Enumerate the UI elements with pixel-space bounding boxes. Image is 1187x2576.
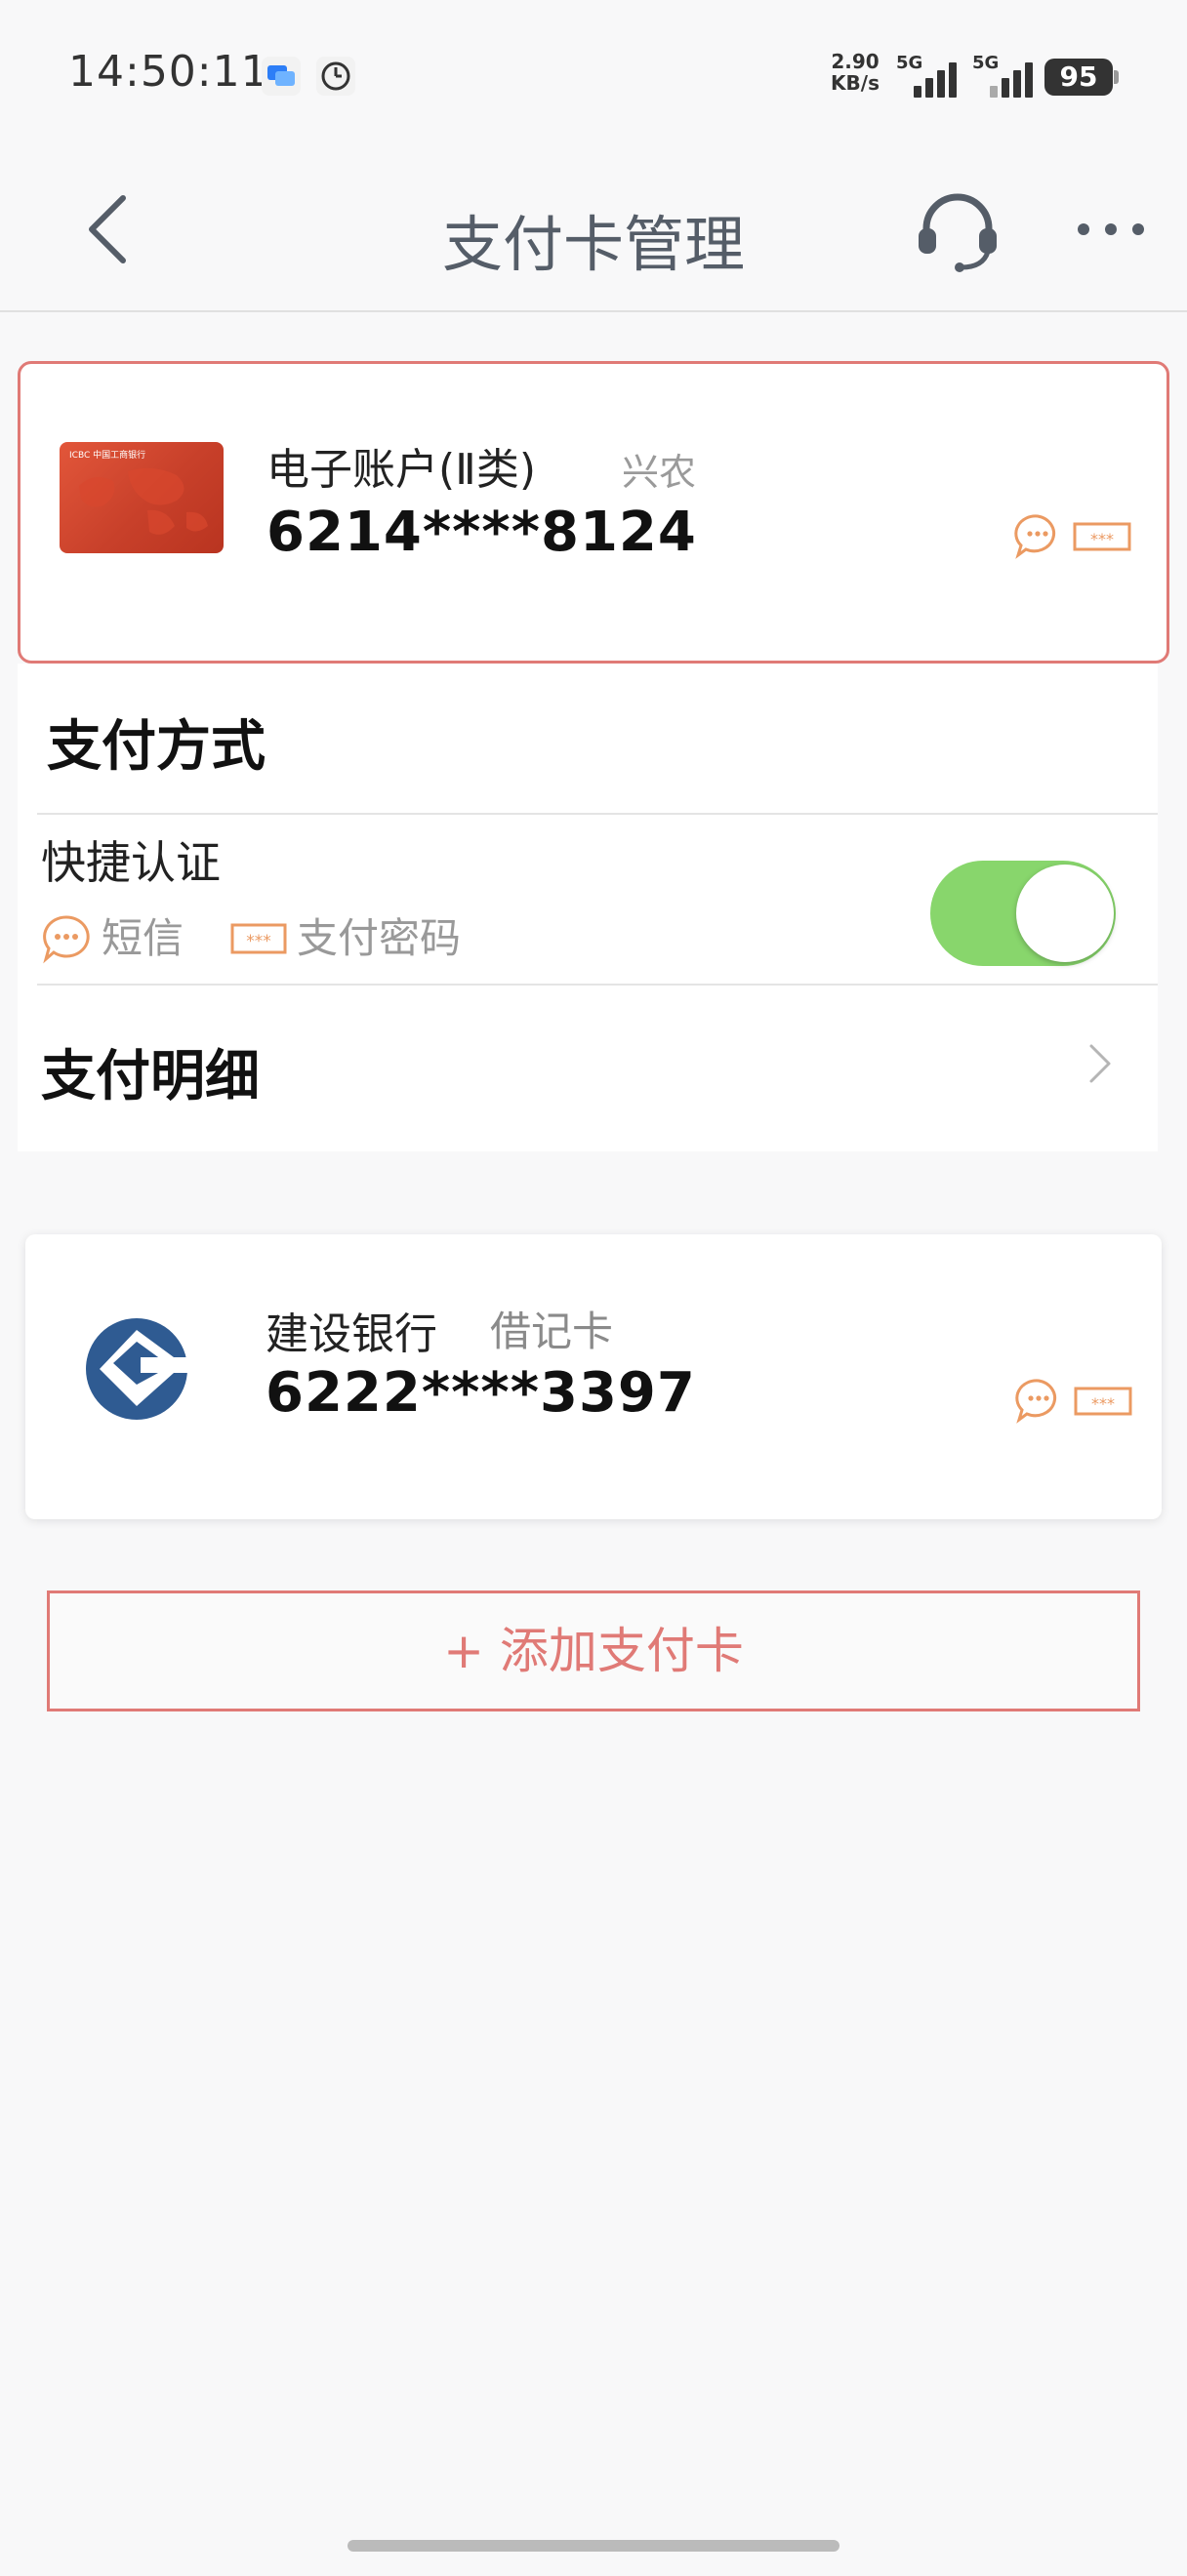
sms-icon [43, 915, 90, 964]
payment-card-selected[interactable]: ICBC 中国工商银行 电子账户(Ⅱ类) 兴农 6214****8124 *** [18, 361, 1169, 664]
clock-app-icon [316, 57, 355, 96]
sms-method: 短信 [41, 906, 207, 964]
home-indicator[interactable] [348, 2540, 839, 2552]
headset-icon [919, 193, 997, 272]
payment-detail-label: 支付明细 [41, 1045, 260, 1108]
page-title: 支付卡管理 [441, 209, 745, 280]
quick-auth-toggle[interactable] [930, 861, 1116, 966]
signal-2-label: 5G [972, 53, 1000, 73]
svg-text:***: *** [246, 932, 271, 951]
card-auth-icons: *** [1012, 512, 1133, 559]
svg-text:***: *** [1091, 1394, 1115, 1413]
password-icon: *** [1073, 522, 1131, 551]
signal-2-icon: 5G [972, 53, 1041, 98]
battery-indicator: 95 [1044, 59, 1119, 96]
payment-method-title: 支付方式 [47, 715, 266, 779]
payment-card-ccb[interactable]: 建设银行 借记卡 6222****3397 *** [25, 1234, 1162, 1519]
svg-text:***: *** [1090, 530, 1114, 548]
sms-label: 短信 [102, 914, 184, 962]
world-map-icon [79, 467, 208, 535]
quick-auth-label: 快捷认证 [41, 836, 221, 889]
password-icon: *** [230, 923, 287, 954]
card-auth-icons: *** [1013, 1377, 1134, 1424]
icbc-card-image: ICBC 中国工商银行 [60, 442, 224, 553]
divider [37, 813, 1158, 815]
password-label: 支付密码 [297, 914, 462, 962]
signal-1-label: 5G [896, 53, 923, 73]
card-name: 建设银行 [266, 1309, 437, 1359]
status-bar: 14:50:11 2.90 KB/s 5G 5G 95 [0, 0, 1187, 146]
password-icon: *** [1074, 1387, 1132, 1416]
status-time: 14:50:11 [68, 47, 269, 97]
card-tag: 借记卡 [490, 1308, 614, 1355]
card-name: 电子账户(Ⅱ类) [266, 445, 536, 495]
more-options-button[interactable] [1074, 205, 1148, 254]
network-speed: 2.90 KB/s [828, 51, 882, 94]
payment-detail-row[interactable]: 支付明细 [18, 986, 1158, 1151]
payment-method-panel: 支付方式 快捷认证 短信 *** 支付密码 支付明细 [18, 664, 1158, 1151]
network-speed-value: 2.90 [831, 50, 880, 73]
signal-1-icon: 5G [896, 53, 964, 98]
network-speed-unit: KB/s [831, 71, 880, 95]
message-app-icon [262, 57, 301, 96]
toggle-knob [1016, 865, 1114, 962]
sms-icon [1014, 514, 1056, 559]
customer-service-button[interactable] [913, 185, 1003, 275]
app-header: 支付卡管理 [0, 146, 1187, 312]
card-number: 6214****8124 [266, 501, 697, 564]
card-tag: 兴农 [622, 451, 697, 494]
ccb-logo-icon [86, 1318, 191, 1420]
chevron-right-icon [1089, 1044, 1111, 1083]
card-number: 6222****3397 [266, 1361, 696, 1425]
more-dots-icon [1078, 223, 1144, 235]
password-method: *** 支付密码 [230, 906, 484, 964]
add-payment-card-button[interactable]: + 添加支付卡 [47, 1590, 1140, 1711]
sms-icon [1015, 1379, 1057, 1424]
